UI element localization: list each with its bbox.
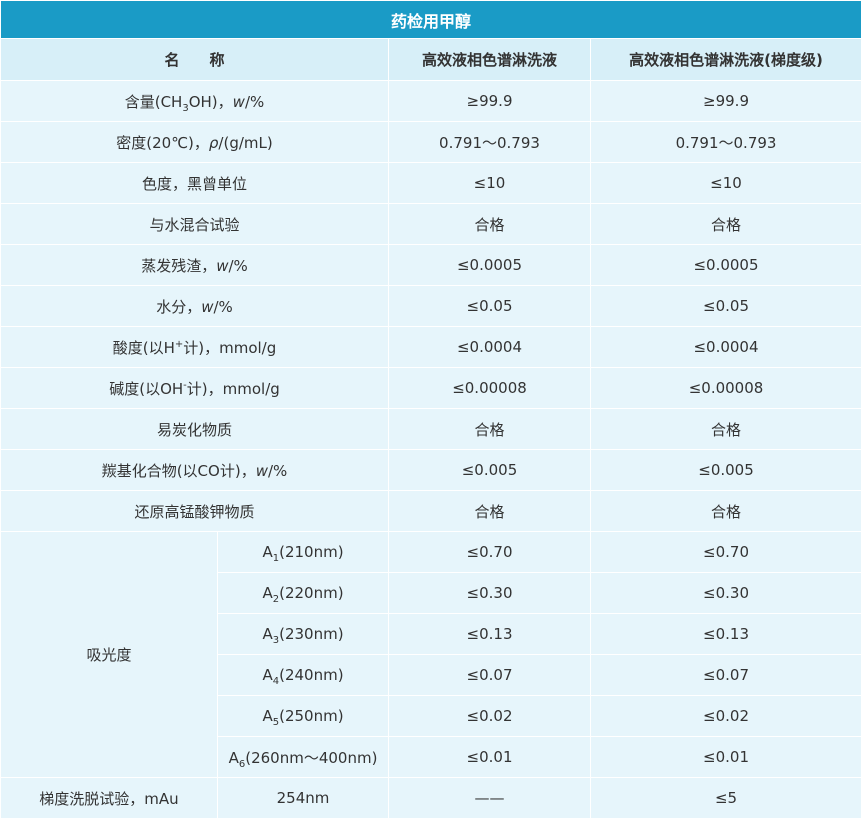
row-hplc-value: ≤0.05 [389, 286, 591, 327]
table-row: 与水混合试验 合格 合格 [1, 204, 861, 245]
gradient-test-label: 梯度洗脱试验，mAu [1, 778, 218, 819]
row-hplc-value: 合格 [389, 409, 591, 450]
row-name: 含量(CH3OH)，w/% [1, 81, 389, 122]
row-name: 色度，黑曾单位 [1, 163, 389, 204]
absorbance-wavelength: A4(240nm) [218, 655, 389, 696]
row-gradient-value: ≤0.0005 [591, 245, 861, 286]
row-gradient-value: 0.791～0.793 [591, 122, 861, 163]
gradient-test-wavelength: 254nm [218, 778, 389, 819]
row-name: 蒸发残渣，w/% [1, 245, 389, 286]
table-row: 吸光度 A1(210nm) ≤0.70 ≤0.70 [1, 532, 861, 573]
row-name: 与水混合试验 [1, 204, 389, 245]
row-hplc-value: ≤0.00008 [389, 368, 591, 409]
table-row: 蒸发残渣，w/% ≤0.0005 ≤0.0005 [1, 245, 861, 286]
row-gradient-value: ≥99.9 [591, 81, 861, 122]
row-hplc-value: ≥99.9 [389, 81, 591, 122]
absorbance-wavelength: A5(250nm) [218, 696, 389, 737]
row-name: 水分，w/% [1, 286, 389, 327]
row-gradient-value: ≤10 [591, 163, 861, 204]
table-title: 药检用甲醇 [1, 1, 861, 39]
row-gradient-value: 合格 [591, 491, 861, 532]
row-gradient-value: ≤0.01 [591, 737, 861, 778]
table-row: 酸度(以H+计)，mmol/g ≤0.0004 ≤0.0004 [1, 327, 861, 368]
row-gradient-value: ≤0.30 [591, 573, 861, 614]
row-gradient-value: 合格 [591, 204, 861, 245]
row-gradient-value: ≤0.005 [591, 450, 861, 491]
row-hplc-value: ≤0.0004 [389, 327, 591, 368]
table-row: 羰基化合物(以CO计)，w/% ≤0.005 ≤0.005 [1, 450, 861, 491]
row-gradient-value: ≤0.70 [591, 532, 861, 573]
table-row: 易炭化物质 合格 合格 [1, 409, 861, 450]
header-gradient: 高效液相色谱淋洗液(梯度级) [591, 39, 861, 81]
row-gradient-value: ≤5 [591, 778, 861, 819]
header-name: 名 称 [1, 39, 389, 81]
row-name: 碱度(以OH-计)，mmol/g [1, 368, 389, 409]
absorbance-wavelength: A2(220nm) [218, 573, 389, 614]
spec-table: 药检用甲醇 名 称 高效液相色谱淋洗液 高效液相色谱淋洗液(梯度级) 含量(CH… [0, 0, 861, 819]
absorbance-wavelength: A1(210nm) [218, 532, 389, 573]
row-hplc-value: ≤0.13 [389, 614, 591, 655]
row-gradient-value: ≤0.13 [591, 614, 861, 655]
table-row: 碱度(以OH-计)，mmol/g ≤0.00008 ≤0.00008 [1, 368, 861, 409]
table-row: 密度(20℃)，ρ/(g/mL) 0.791～0.793 0.791～0.793 [1, 122, 861, 163]
absorbance-label: 吸光度 [1, 532, 218, 778]
row-hplc-value: ≤0.07 [389, 655, 591, 696]
row-hplc-value: ≤0.0005 [389, 245, 591, 286]
row-gradient-value: ≤0.00008 [591, 368, 861, 409]
table-row: 含量(CH3OH)，w/% ≥99.9 ≥99.9 [1, 81, 861, 122]
row-hplc-value: ≤10 [389, 163, 591, 204]
row-name: 密度(20℃)，ρ/(g/mL) [1, 122, 389, 163]
title-row: 药检用甲醇 [1, 1, 861, 39]
row-gradient-value: ≤0.0004 [591, 327, 861, 368]
row-name: 还原高锰酸钾物质 [1, 491, 389, 532]
row-hplc-value: 0.791～0.793 [389, 122, 591, 163]
absorbance-wavelength: A6(260nm～400nm) [218, 737, 389, 778]
row-gradient-value: 合格 [591, 409, 861, 450]
row-name: 酸度(以H+计)，mmol/g [1, 327, 389, 368]
row-hplc-value: 合格 [389, 204, 591, 245]
table-row: 梯度洗脱试验，mAu 254nm —— ≤5 [1, 778, 861, 819]
table-row: 水分，w/% ≤0.05 ≤0.05 [1, 286, 861, 327]
row-name: 易炭化物质 [1, 409, 389, 450]
row-name: 羰基化合物(以CO计)，w/% [1, 450, 389, 491]
header-hplc: 高效液相色谱淋洗液 [389, 39, 591, 81]
table-row: 色度，黑曾单位 ≤10 ≤10 [1, 163, 861, 204]
row-gradient-value: ≤0.05 [591, 286, 861, 327]
absorbance-wavelength: A3(230nm) [218, 614, 389, 655]
row-hplc-value: ≤0.02 [389, 696, 591, 737]
row-gradient-value: ≤0.02 [591, 696, 861, 737]
row-hplc-value: ≤0.005 [389, 450, 591, 491]
row-hplc-value: —— [389, 778, 591, 819]
row-hplc-value: 合格 [389, 491, 591, 532]
table-row: 还原高锰酸钾物质 合格 合格 [1, 491, 861, 532]
row-gradient-value: ≤0.07 [591, 655, 861, 696]
row-hplc-value: ≤0.70 [389, 532, 591, 573]
row-hplc-value: ≤0.30 [389, 573, 591, 614]
header-row: 名 称 高效液相色谱淋洗液 高效液相色谱淋洗液(梯度级) [1, 39, 861, 81]
row-hplc-value: ≤0.01 [389, 737, 591, 778]
